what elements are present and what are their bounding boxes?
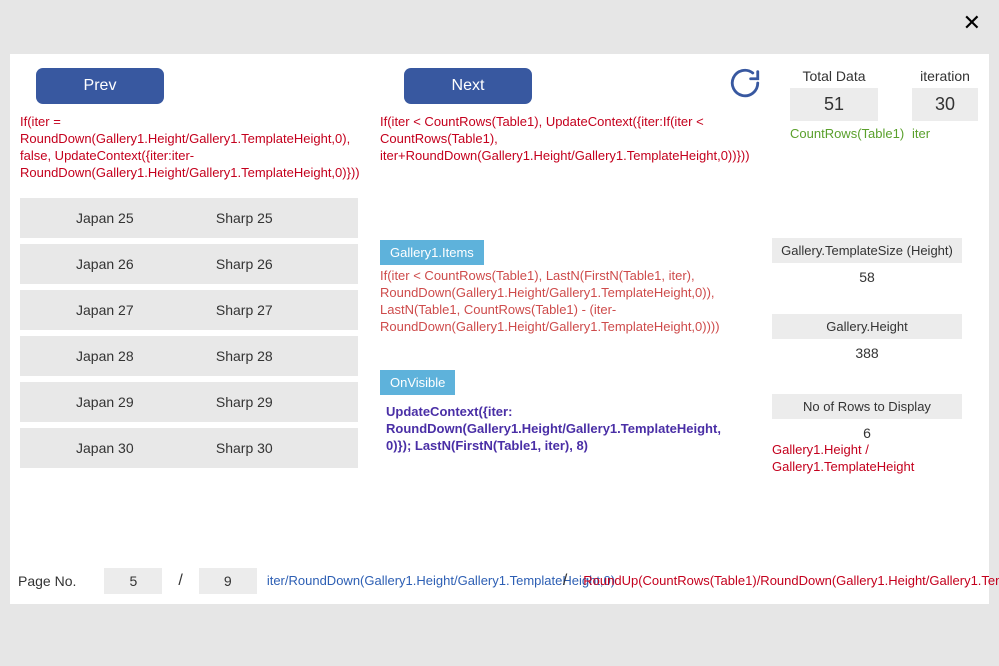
reload-icon[interactable] <box>728 66 762 103</box>
cell-company: Sharp 28 <box>206 348 358 364</box>
info-rows-caption: Gallery1.Height / Gallery1.TemplateHeigh… <box>772 442 962 476</box>
stat-total-label: Total Data <box>790 68 878 84</box>
cell-company: Sharp 30 <box>206 440 358 456</box>
info-height-value: 388 <box>772 339 962 361</box>
cell-country: Japan 26 <box>20 256 206 272</box>
cell-country: Japan 25 <box>20 210 206 226</box>
onvisible-badge: OnVisible <box>380 370 455 395</box>
list-item[interactable]: Japan 25 Sharp 25 <box>20 198 358 238</box>
list-item[interactable]: Japan 27 Sharp 27 <box>20 290 358 330</box>
cell-country: Japan 30 <box>20 440 206 456</box>
info-rows-label: No of Rows to Display <box>772 394 962 419</box>
pager-total-formula: RoundUp(CountRows(Table1)/RoundDown(Gall… <box>583 573 883 590</box>
pager-slash2: / <box>557 572 573 590</box>
list-item[interactable]: Japan 30 Sharp 30 <box>20 428 358 468</box>
info-rows-value: 6 <box>772 419 962 441</box>
gallery-items-badge: Gallery1.Items <box>380 240 484 265</box>
stat-iter-label: iteration <box>912 68 978 84</box>
close-icon[interactable]: ✕ <box>963 10 981 36</box>
next-formula-text: If(iter < CountRows(Table1), UpdateConte… <box>380 114 715 165</box>
list-item[interactable]: Japan 26 Sharp 26 <box>20 244 358 284</box>
pager-row: Page No. 5 / 9 iter/RoundDown(Gallery1.H… <box>18 568 958 594</box>
cell-country: Japan 28 <box>20 348 206 364</box>
info-rows: No of Rows to Display 6 <box>772 394 962 441</box>
stat-iter-value: 30 <box>912 88 978 121</box>
stat-total-caption: CountRows(Table1) <box>790 127 878 142</box>
stat-iteration: iteration 30 iter <box>912 68 978 142</box>
main-panel: Prev Next Total Data 51 CountRows(Table1… <box>10 54 989 604</box>
prev-button[interactable]: Prev <box>36 68 164 104</box>
stat-total-data: Total Data 51 CountRows(Table1) <box>790 68 878 142</box>
next-button[interactable]: Next <box>404 68 532 104</box>
list-item[interactable]: Japan 28 Sharp 28 <box>20 336 358 376</box>
pager-current: 5 <box>104 568 162 594</box>
pager-total: 9 <box>199 568 257 594</box>
info-template-size: Gallery.TemplateSize (Height) 58 <box>772 238 962 285</box>
top-row: Prev Next Total Data 51 CountRows(Table1… <box>28 68 971 108</box>
cell-country: Japan 27 <box>20 302 206 318</box>
info-template-size-label: Gallery.TemplateSize (Height) <box>772 238 962 263</box>
list-item[interactable]: Japan 29 Sharp 29 <box>20 382 358 422</box>
pager-current-formula: iter/RoundDown(Gallery1.Height/Gallery1.… <box>267 573 537 590</box>
cell-company: Sharp 26 <box>206 256 358 272</box>
gallery-list: Japan 25 Sharp 25 Japan 26 Sharp 26 Japa… <box>20 198 358 474</box>
info-template-size-value: 58 <box>772 263 962 285</box>
stat-total-value: 51 <box>790 88 878 121</box>
cell-company: Sharp 25 <box>206 210 358 226</box>
info-height: Gallery.Height 388 <box>772 314 962 361</box>
stat-iter-caption: iter <box>912 127 978 142</box>
cell-company: Sharp 27 <box>206 302 358 318</box>
cell-country: Japan 29 <box>20 394 206 410</box>
info-height-label: Gallery.Height <box>772 314 962 339</box>
pager-slash: / <box>172 572 188 590</box>
onvisible-formula: UpdateContext({iter: RoundDown(Gallery1.… <box>386 404 720 455</box>
cell-company: Sharp 29 <box>206 394 358 410</box>
pager-label: Page No. <box>18 573 76 589</box>
gallery-items-formula: If(iter < CountRows(Table1), LastN(First… <box>380 268 700 336</box>
prev-formula-text: If(iter = RoundDown(Gallery1.Height/Gall… <box>20 114 340 182</box>
